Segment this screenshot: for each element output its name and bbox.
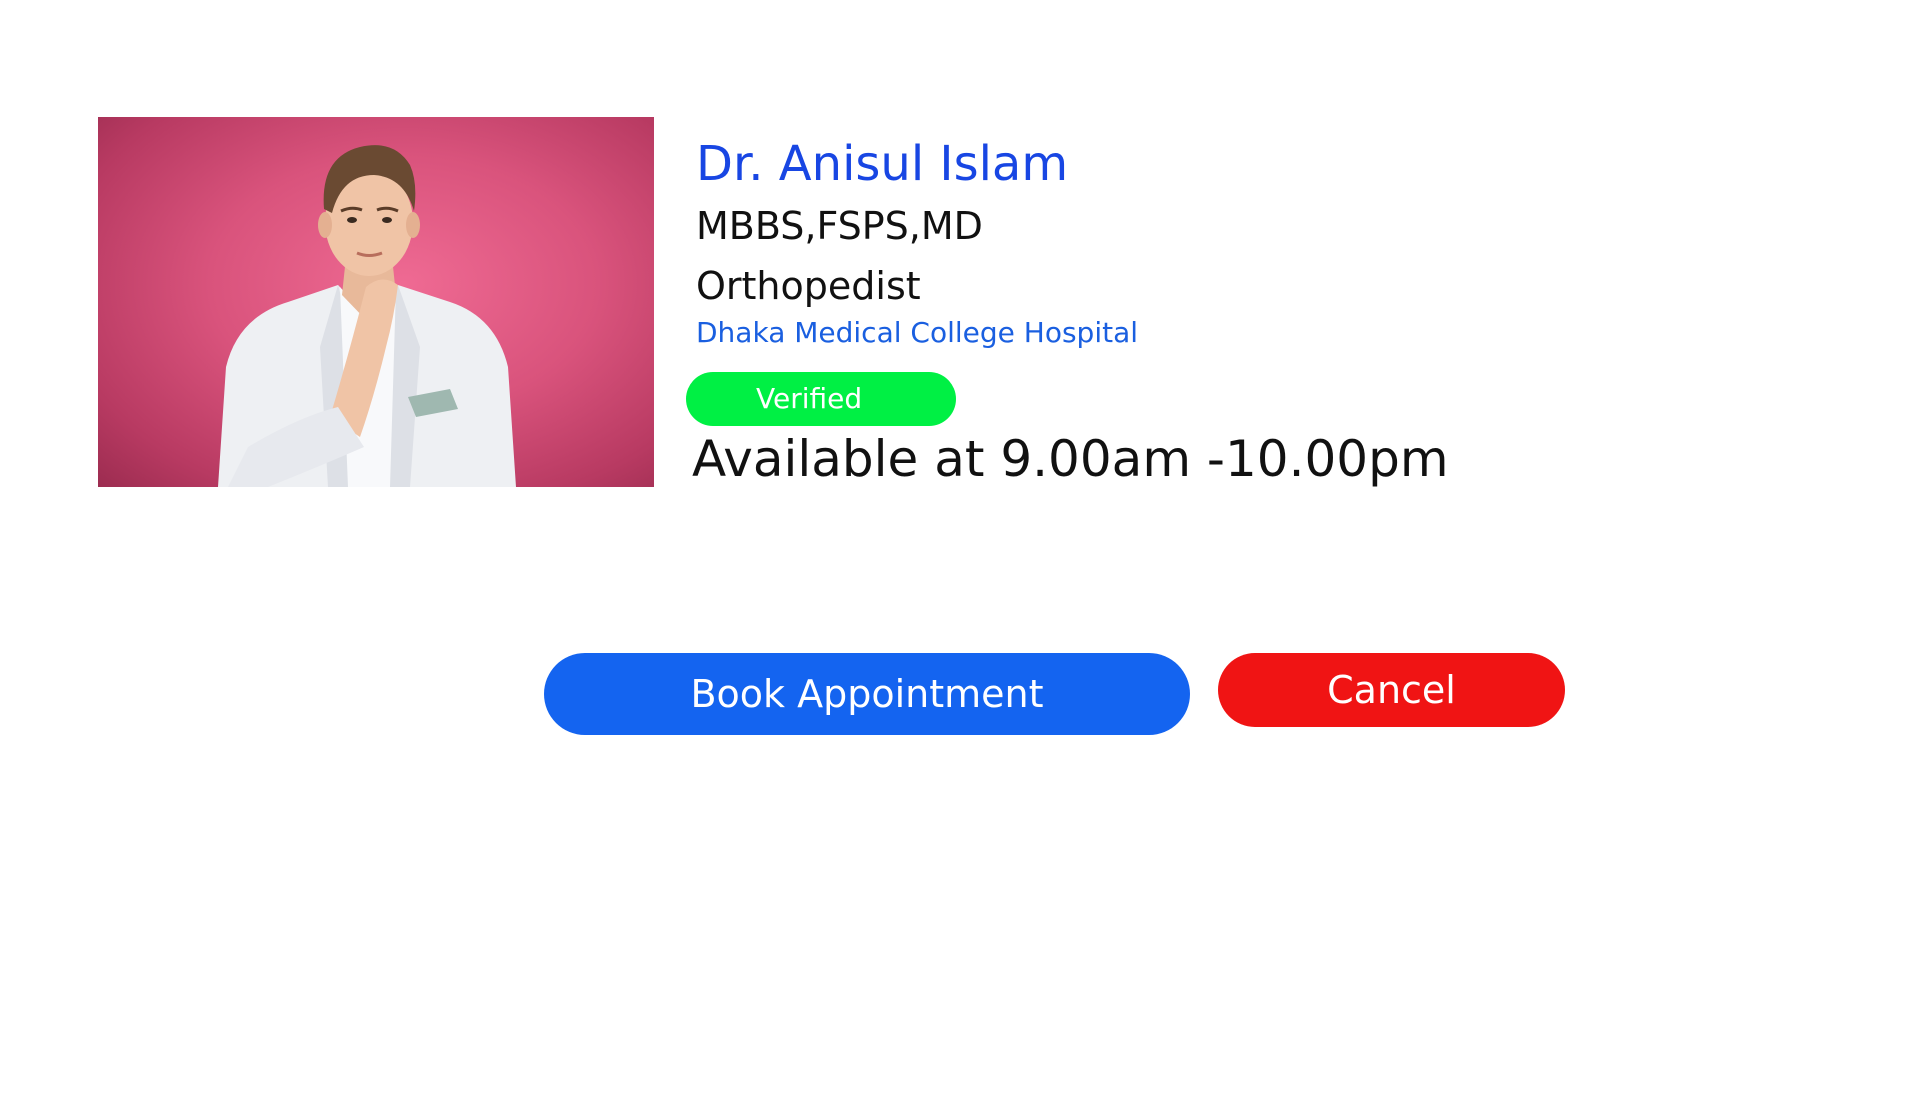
book-appointment-button[interactable]: Book Appointment: [544, 653, 1190, 735]
cancel-button[interactable]: Cancel: [1218, 653, 1565, 727]
verified-badge: Verified: [686, 372, 956, 426]
doctor-name: Dr. Anisul Islam: [696, 136, 1069, 192]
doctor-degrees: MBBS,FSPS,MD: [696, 204, 983, 248]
availability-text: Available at 9.00am -10.00pm: [692, 430, 1449, 488]
doctor-hospital-link[interactable]: Dhaka Medical College Hospital: [696, 317, 1138, 349]
doctor-photo: [98, 117, 654, 487]
doctor-profile-page: Dr. Anisul Islam MBBS,FSPS,MD Orthopedis…: [0, 0, 1920, 1107]
doctor-specialty: Orthopedist: [696, 264, 921, 308]
